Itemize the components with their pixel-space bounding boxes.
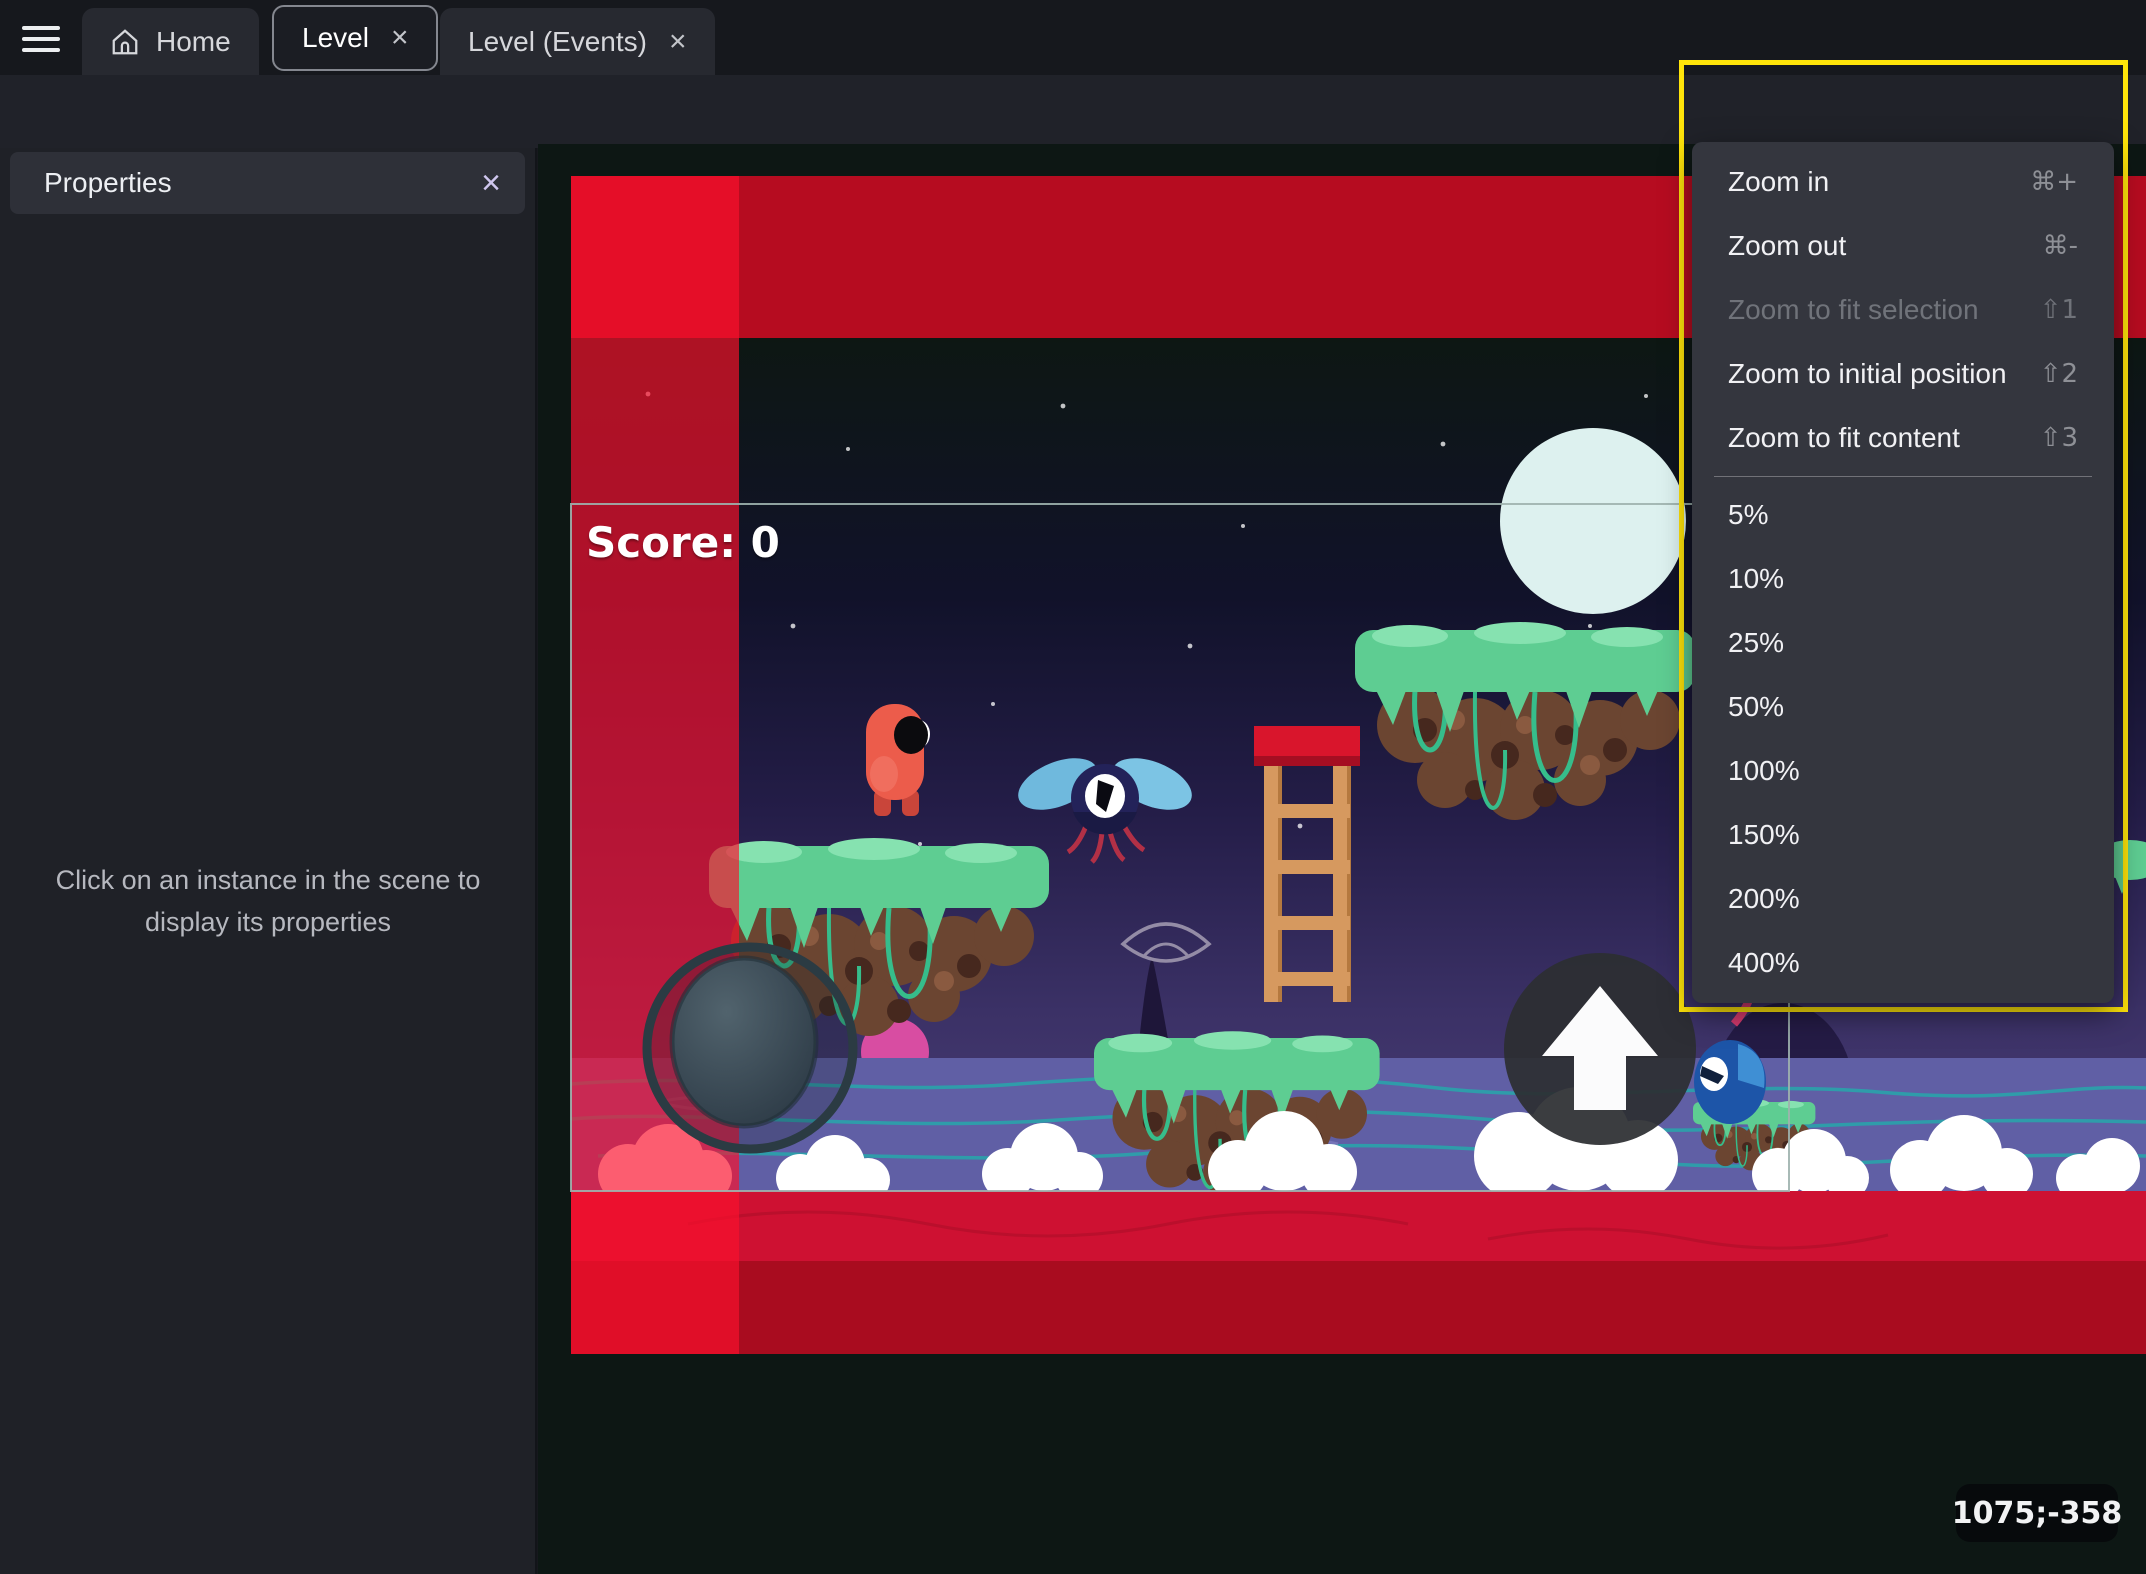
tab-home-label: Home bbox=[156, 25, 231, 57]
top-tab-bar: Home Level × Level (Events) × bbox=[0, 0, 2146, 75]
menu-item-zoom-50[interactable]: 50% bbox=[1692, 675, 2114, 739]
menu-item-zoom-100[interactable]: 100% bbox=[1692, 739, 2114, 803]
score-text: Score: 0 bbox=[586, 518, 780, 567]
menu-item-zoom-fit-selection: Zoom to fit selection ⇧1 bbox=[1728, 294, 2078, 325]
tab-home[interactable]: Home bbox=[82, 8, 259, 75]
menu-item-zoom-150[interactable]: 150% bbox=[1692, 803, 2114, 867]
properties-close-icon[interactable]: × bbox=[481, 166, 501, 200]
menu-item-zoom-initial-position[interactable]: Zoom to initial position ⇧2 bbox=[1692, 342, 2114, 406]
menu-item-zoom-fit-content[interactable]: Zoom to fit content ⇧3 bbox=[1692, 406, 2114, 470]
menu-item-zoom-200[interactable]: 200% bbox=[1692, 867, 2114, 931]
moon bbox=[1500, 428, 1686, 614]
tab-level-close-icon[interactable]: × bbox=[391, 23, 409, 53]
cursor-coordinates-badge: 1075;-358 bbox=[1952, 1484, 2122, 1542]
main-menu-icon[interactable] bbox=[22, 19, 62, 57]
joystick-control[interactable] bbox=[642, 942, 858, 1154]
tab-level-events-label: Level (Events) bbox=[468, 25, 647, 57]
tab-level[interactable]: Level × bbox=[272, 5, 439, 71]
menu-item-zoom-in[interactable]: Zoom in ⌘+ bbox=[1692, 150, 2114, 214]
properties-panel: Properties × Click on an instance in the… bbox=[0, 148, 537, 1574]
tab-level-events[interactable]: Level (Events) × bbox=[440, 8, 715, 75]
tab-level-label: Level bbox=[302, 22, 369, 53]
jump-button-control[interactable] bbox=[1504, 953, 1696, 1145]
properties-panel-header: Properties × bbox=[10, 152, 525, 214]
menu-item-zoom-400[interactable]: 400% bbox=[1692, 931, 2114, 995]
menu-item-zoom-10[interactable]: 10% bbox=[1692, 547, 2114, 611]
menu-item-zoom-25[interactable]: 25% bbox=[1692, 611, 2114, 675]
zoom-dropdown-menu: Zoom in ⌘+ Zoom out ⌘- Zoom to fit selec… bbox=[1692, 142, 2114, 1003]
tab-level-events-close-icon[interactable]: × bbox=[669, 26, 687, 57]
properties-title: Properties bbox=[44, 167, 172, 198]
properties-empty-message: Click on an instance in the scene to dis… bbox=[55, 865, 481, 937]
home-icon bbox=[112, 28, 138, 54]
menu-item-zoom-5[interactable]: 5% bbox=[1692, 483, 2114, 547]
editor-toolbar: Preview Publish bbox=[0, 75, 2146, 214]
level-edge-wall bbox=[571, 176, 739, 1354]
menu-item-zoom-out[interactable]: Zoom out ⌘- bbox=[1692, 214, 2114, 278]
